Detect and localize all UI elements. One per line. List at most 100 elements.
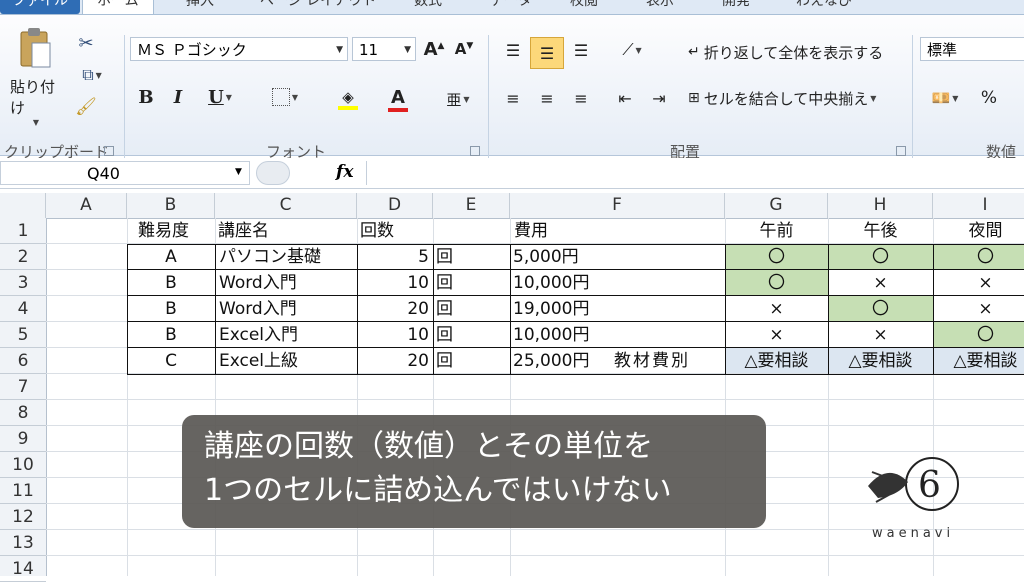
decrease-indent-button[interactable]: ⇤ [612, 85, 638, 111]
table-cell[interactable]: B [127, 270, 215, 296]
row-header[interactable]: 10 [0, 452, 46, 478]
table-cell[interactable]: 25,000円 [513, 348, 589, 374]
table-cell[interactable]: B [127, 296, 215, 322]
column-header[interactable]: C [215, 193, 357, 218]
table-cell[interactable]: 回 [436, 270, 453, 296]
table-cell[interactable]: 10 [357, 270, 429, 296]
align-top-button[interactable]: ☰ [500, 37, 526, 63]
table-cell[interactable]: × [828, 270, 933, 296]
table-cell[interactable]: 20 [357, 296, 429, 322]
table-cell[interactable]: 〇 [828, 296, 933, 322]
grow-font-button[interactable]: A▲ [422, 37, 446, 61]
bold-button[interactable]: B [134, 85, 158, 109]
formula-bar-handle[interactable] [256, 161, 290, 185]
merge-center-button[interactable]: ⊞ セルを結合して中央揃え ▼ [688, 85, 908, 111]
table-cell[interactable]: × [828, 322, 933, 348]
align-bottom-button[interactable]: ☰ [568, 37, 594, 63]
header-morning[interactable]: 午前 [725, 218, 828, 244]
table-cell[interactable]: パソコン基礎 [219, 244, 321, 270]
table-cell[interactable]: 回 [436, 244, 453, 270]
header-afternoon[interactable]: 午後 [828, 218, 933, 244]
clipboard-launcher-icon[interactable] [104, 146, 114, 156]
row-header[interactable]: 4 [0, 296, 46, 322]
tab-view[interactable]: 表示 [646, 0, 674, 14]
tab-developer[interactable]: 開発 [722, 0, 750, 14]
italic-button[interactable]: I [166, 85, 190, 109]
table-cell[interactable]: 〇 [725, 270, 828, 296]
table-cell[interactable]: Excel上級 [219, 348, 298, 374]
font-size-combo[interactable]: 11 ▼ [352, 37, 416, 61]
percent-button[interactable]: % [976, 85, 1002, 111]
wrap-text-button[interactable]: ↵ 折り返して全体を表示する [688, 39, 908, 65]
table-cell[interactable]: △要相談 [933, 348, 1024, 374]
number-format-combo[interactable]: 標準 [920, 37, 1024, 61]
font-color-button[interactable]: A [376, 85, 420, 113]
row-header[interactable]: 12 [0, 504, 46, 530]
table-cell[interactable]: × [933, 270, 1024, 296]
table-cell[interactable]: 回 [436, 322, 453, 348]
shrink-font-button[interactable]: A▼ [452, 37, 476, 61]
tab-waenavi[interactable]: わえなび [796, 0, 852, 14]
borders-button[interactable]: ▼ [262, 85, 308, 109]
align-center-button[interactable]: ≡ [534, 85, 560, 111]
table-cell[interactable]: 5 [357, 244, 429, 270]
tab-formulas[interactable]: 数式 [414, 0, 442, 14]
alignment-launcher-icon[interactable] [896, 146, 906, 156]
header-difficulty[interactable]: 難易度 [138, 218, 189, 244]
row-header[interactable]: 1 [0, 218, 46, 244]
table-cell[interactable]: 20 [357, 348, 429, 374]
tab-page-layout[interactable]: ページ レイアウト [260, 0, 376, 14]
table-cell[interactable]: 〇 [828, 244, 933, 270]
tab-file[interactable]: ファイル [0, 0, 80, 14]
header-course[interactable]: 講座名 [218, 218, 269, 244]
row-header[interactable]: 3 [0, 270, 46, 296]
cut-button[interactable]: ✂ [74, 31, 98, 55]
font-launcher-icon[interactable] [470, 146, 480, 156]
chevron-down-icon[interactable]: ▼ [235, 167, 242, 177]
font-name-combo[interactable]: ＭＳ Ｐゴシック ▼ [130, 37, 348, 61]
row-header[interactable]: 9 [0, 426, 46, 452]
table-cell[interactable]: 〇 [933, 322, 1024, 348]
align-middle-button[interactable]: ☰ [530, 37, 564, 69]
row-header[interactable]: 8 [0, 400, 46, 426]
tab-data[interactable]: データ [490, 0, 532, 14]
tab-insert[interactable]: 挿入 [186, 0, 214, 14]
row-header[interactable]: 7 [0, 374, 46, 400]
formula-input[interactable] [366, 161, 1024, 185]
table-cell[interactable]: C [127, 348, 215, 374]
row-header[interactable]: 13 [0, 530, 46, 556]
table-cell[interactable]: Word入門 [219, 296, 297, 322]
table-cell[interactable]: Excel入門 [219, 322, 298, 348]
header-night[interactable]: 夜間 [933, 218, 1024, 244]
align-left-button[interactable]: ≡ [500, 85, 526, 111]
currency-button[interactable]: 💴 ▼ [922, 85, 968, 111]
table-cell[interactable]: × [933, 296, 1024, 322]
row-header[interactable]: 2 [0, 244, 46, 270]
underline-button[interactable]: U ▼ [198, 85, 242, 109]
table-cell[interactable]: 10,000円 [513, 322, 589, 348]
table-cell[interactable]: 5,000円 [513, 244, 579, 270]
copy-button[interactable]: ⧉ ▼ [74, 63, 110, 87]
column-header[interactable]: A [46, 193, 127, 218]
column-header[interactable]: I [933, 193, 1024, 218]
column-header[interactable]: H [828, 193, 933, 218]
paste-button[interactable]: 貼り付け ▼ [10, 27, 60, 127]
header-fee[interactable]: 費用 [514, 218, 548, 244]
column-header[interactable]: G [725, 193, 828, 218]
table-cell[interactable]: × [725, 296, 828, 322]
header-count[interactable]: 回数 [360, 218, 394, 244]
tab-home[interactable]: ホーム [82, 0, 154, 15]
table-cell[interactable]: 回 [436, 296, 453, 322]
table-cell[interactable]: 〇 [725, 244, 828, 270]
table-cell[interactable]: 回 [436, 348, 453, 374]
table-cell[interactable]: 教材費別 [614, 348, 690, 374]
table-cell[interactable]: 〇 [933, 244, 1024, 270]
orientation-button[interactable]: ⟋ ▼ [612, 37, 652, 63]
row-header[interactable]: 14 [0, 556, 46, 582]
table-cell[interactable]: 10,000円 [513, 270, 589, 296]
phonetic-button[interactable]: 亜 ▼ [436, 85, 480, 113]
table-cell[interactable]: △要相談 [828, 348, 933, 374]
align-right-button[interactable]: ≡ [568, 85, 594, 111]
table-cell[interactable]: Word入門 [219, 270, 297, 296]
row-header[interactable]: 11 [0, 478, 46, 504]
